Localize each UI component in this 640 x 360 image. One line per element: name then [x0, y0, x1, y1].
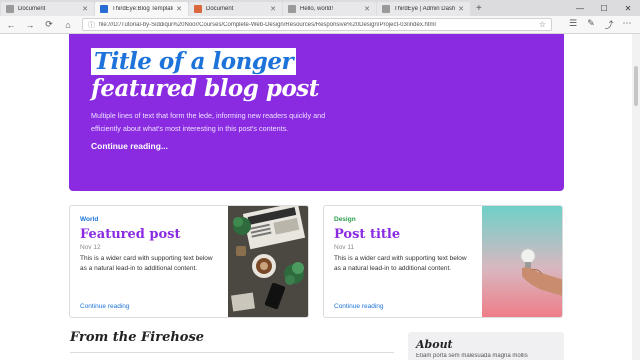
tab-strip: Document ✕ ThirdEye:Blog Template ✕ Docu… [0, 0, 640, 16]
info-icon[interactable]: ⓘ [88, 20, 95, 30]
scrollbar-thumb[interactable] [634, 66, 638, 106]
notes-icon[interactable]: ✎ [582, 18, 600, 31]
firehose-heading: From the Firehose [70, 330, 205, 345]
card-text: This is a wider card with supporting tex… [80, 255, 213, 272]
continue-reading-link[interactable]: Continue reading... [91, 141, 168, 151]
post-card-design: Design Post title Nov 11 This is a wider… [323, 205, 563, 318]
tab-hello-world[interactable]: Hello, world! ✕ [283, 2, 376, 16]
tab-document-1[interactable]: Document ✕ [1, 2, 94, 16]
vertical-scrollbar[interactable] [632, 34, 640, 360]
url-text[interactable]: file:///D:/Tutorial-by-Siddiqui%20Noor/C… [99, 22, 535, 28]
about-text: Etiam porta sem malesuada magna mollis [416, 353, 528, 359]
card-title: Post title [334, 227, 401, 242]
close-window-button[interactable]: ✕ [616, 4, 640, 13]
title-continuation: featured blog post [91, 75, 319, 102]
back-button[interactable]: ← [3, 20, 19, 30]
maximize-button[interactable]: ☐ [592, 4, 616, 13]
section-divider [70, 352, 394, 353]
page-viewport[interactable]: Title of a longer featured blog post Mul… [0, 34, 640, 360]
card-category: World [80, 216, 99, 223]
document-favicon-icon [6, 5, 14, 13]
featured-lede: Multiple lines of text that form the led… [91, 111, 326, 133]
window-controls: — ☐ ✕ [568, 0, 640, 16]
close-tab-icon[interactable]: ✕ [458, 5, 464, 13]
tab-label: Document [18, 6, 46, 12]
card-body: World Featured post Nov 12 This is a wid… [70, 206, 230, 317]
featured-title: Title of a longer featured blog post [91, 48, 542, 102]
browser-toolbar-right: ☰ ✎ ⤴ ⋯ [564, 18, 636, 31]
desk-photo-image [228, 206, 308, 317]
more-icon[interactable]: ⋯ [618, 18, 636, 31]
close-tab-icon[interactable]: ✕ [270, 5, 276, 13]
card-continue-link[interactable]: Continue reading [334, 303, 384, 310]
tab-label: Document [206, 6, 234, 12]
home-button[interactable]: ⌂ [60, 20, 76, 30]
card-body: Design Post title Nov 11 This is a wider… [324, 206, 484, 317]
card-thumbnail-lightbulb [482, 206, 562, 317]
card-category: Design [334, 216, 356, 223]
card-date: Nov 12 [80, 244, 101, 251]
close-tab-icon[interactable]: ✕ [364, 5, 370, 13]
card-text: This is a wider card with supporting tex… [334, 255, 467, 272]
tab-blog-template[interactable]: ThirdEye:Blog Template ✕ [95, 2, 188, 16]
document-favicon-icon [194, 5, 202, 13]
tab-label: ThirdEye | Admin Dashboar [394, 6, 456, 12]
card-continue-link[interactable]: Continue reading [80, 303, 130, 310]
minimize-button[interactable]: — [568, 4, 592, 13]
reload-button[interactable]: ⟳ [41, 19, 57, 30]
post-card-world: World Featured post Nov 12 This is a wid… [69, 205, 309, 318]
navigation-bar: ← → ⟳ ⌂ ⓘ file:///D:/Tutorial-by-Siddiqu… [0, 16, 640, 34]
forward-button[interactable]: → [22, 20, 38, 30]
card-title: Featured post [80, 227, 181, 242]
selected-title-text[interactable]: Title of a longer [91, 48, 297, 75]
about-heading: About [416, 338, 453, 351]
tab-document-2[interactable]: Document ✕ [189, 2, 282, 16]
bookmark-star-icon[interactable]: ☆ [539, 20, 546, 29]
address-bar[interactable]: ⓘ file:///D:/Tutorial-by-Siddiqui%20Noor… [82, 18, 552, 31]
tab-admin-dashboard[interactable]: ThirdEye | Admin Dashboar ✕ [377, 2, 470, 16]
about-sidebar: About Etiam porta sem malesuada magna mo… [408, 332, 564, 360]
new-tab-button[interactable]: + [476, 2, 482, 16]
close-tab-icon[interactable]: ✕ [82, 5, 88, 13]
close-tab-icon[interactable]: ✕ [176, 5, 182, 13]
featured-jumbotron: Title of a longer featured blog post Mul… [69, 34, 564, 191]
tab-label: Hello, world! [300, 6, 334, 12]
share-icon[interactable]: ⤴ [600, 18, 618, 31]
card-date: Nov 11 [334, 244, 355, 251]
lightbulb-photo-image [482, 206, 562, 317]
page-favicon-icon [288, 5, 296, 13]
blog-favicon-icon [100, 5, 108, 13]
hub-icon[interactable]: ☰ [564, 18, 582, 31]
tab-label: ThirdEye:Blog Template [112, 6, 174, 12]
card-thumbnail-desk [228, 206, 308, 317]
page-favicon-icon [382, 5, 390, 13]
